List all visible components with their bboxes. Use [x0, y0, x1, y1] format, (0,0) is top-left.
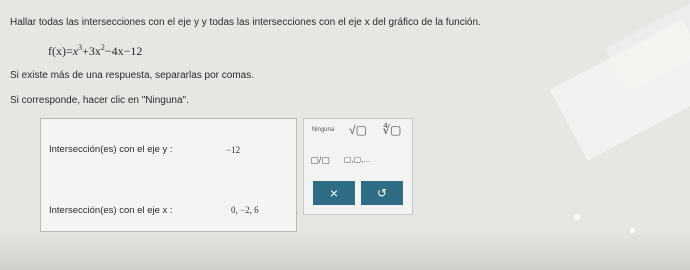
light-reflection	[630, 228, 635, 233]
instruction-text: Hallar todas las intersecciones con el e…	[10, 17, 481, 28]
multiple-answers-note: Si existe más de una respuesta, separarl…	[10, 70, 255, 81]
nth-root-button[interactable]: ∜▢	[378, 122, 406, 138]
undo-button[interactable]: ↺	[361, 181, 403, 205]
none-option-note: Si corresponde, hacer clic en "Ninguna".	[10, 95, 189, 106]
function-formula: f(x)=x3+3x2−4x−12	[48, 43, 143, 58]
x-intercept-label: Intersección(es) con el eje x :	[49, 205, 173, 216]
none-button[interactable]: Ninguna	[308, 123, 338, 137]
sqrt-button[interactable]: √▢	[344, 122, 372, 138]
answer-box: Intersección(es) con el eje y : −12 Inte…	[40, 118, 297, 232]
fraction-button[interactable]: ▢/▢	[306, 149, 334, 171]
clear-button[interactable]: ×	[313, 181, 355, 205]
x-intercept-input[interactable]: 0, −2, 6	[231, 205, 259, 215]
light-reflection	[574, 214, 580, 220]
bottom-shadow	[0, 230, 690, 270]
y-intercept-label: Intersección(es) con el eje y :	[49, 144, 173, 155]
y-intercept-input[interactable]: −12	[226, 145, 240, 155]
list-button[interactable]: ▢,▢,...	[340, 151, 374, 167]
